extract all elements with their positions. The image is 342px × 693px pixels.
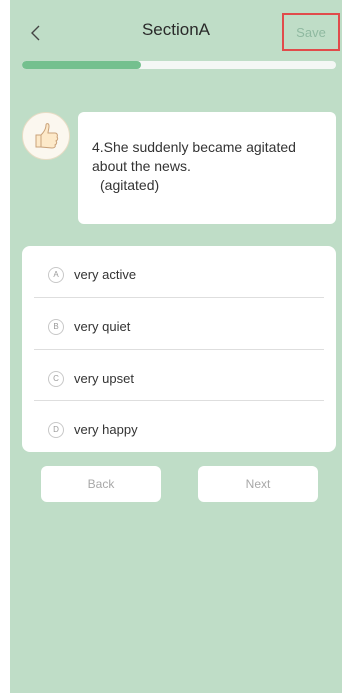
option-letter-badge: B [48,318,64,335]
progress-bar [22,61,336,69]
option-d[interactable]: D very happy [22,404,336,455]
thumbs-up-icon [35,123,59,149]
option-letter-badge: A [48,266,64,283]
question-text: 4.She suddenly became agitated about the… [92,139,296,174]
option-a[interactable]: A very active [22,249,336,300]
progress-fill [22,61,142,69]
question-hint: (agitated) [100,177,160,193]
options-card: A very active B very quiet C very upset … [22,246,336,452]
divider [34,349,324,350]
option-text: very active [74,267,137,282]
divider [34,297,324,298]
option-text: very happy [74,422,138,437]
app-screen: SectionA Save 4.She suddenly became agit… [10,0,342,693]
back-button[interactable]: Back [41,466,161,502]
divider [34,400,324,401]
question-bubble: 4.She suddenly became agitated about the… [78,112,336,224]
option-text: very upset [74,371,134,386]
option-letter-badge: C [48,370,64,387]
avatar [22,112,70,160]
save-button[interactable]: Save [282,13,340,51]
option-c[interactable]: C very upset [22,353,336,404]
option-text: very quiet [74,319,131,334]
option-letter-badge: D [48,421,64,438]
next-button[interactable]: Next [198,466,318,502]
option-b[interactable]: B very quiet [22,301,336,352]
header: SectionA Save [10,0,342,60]
